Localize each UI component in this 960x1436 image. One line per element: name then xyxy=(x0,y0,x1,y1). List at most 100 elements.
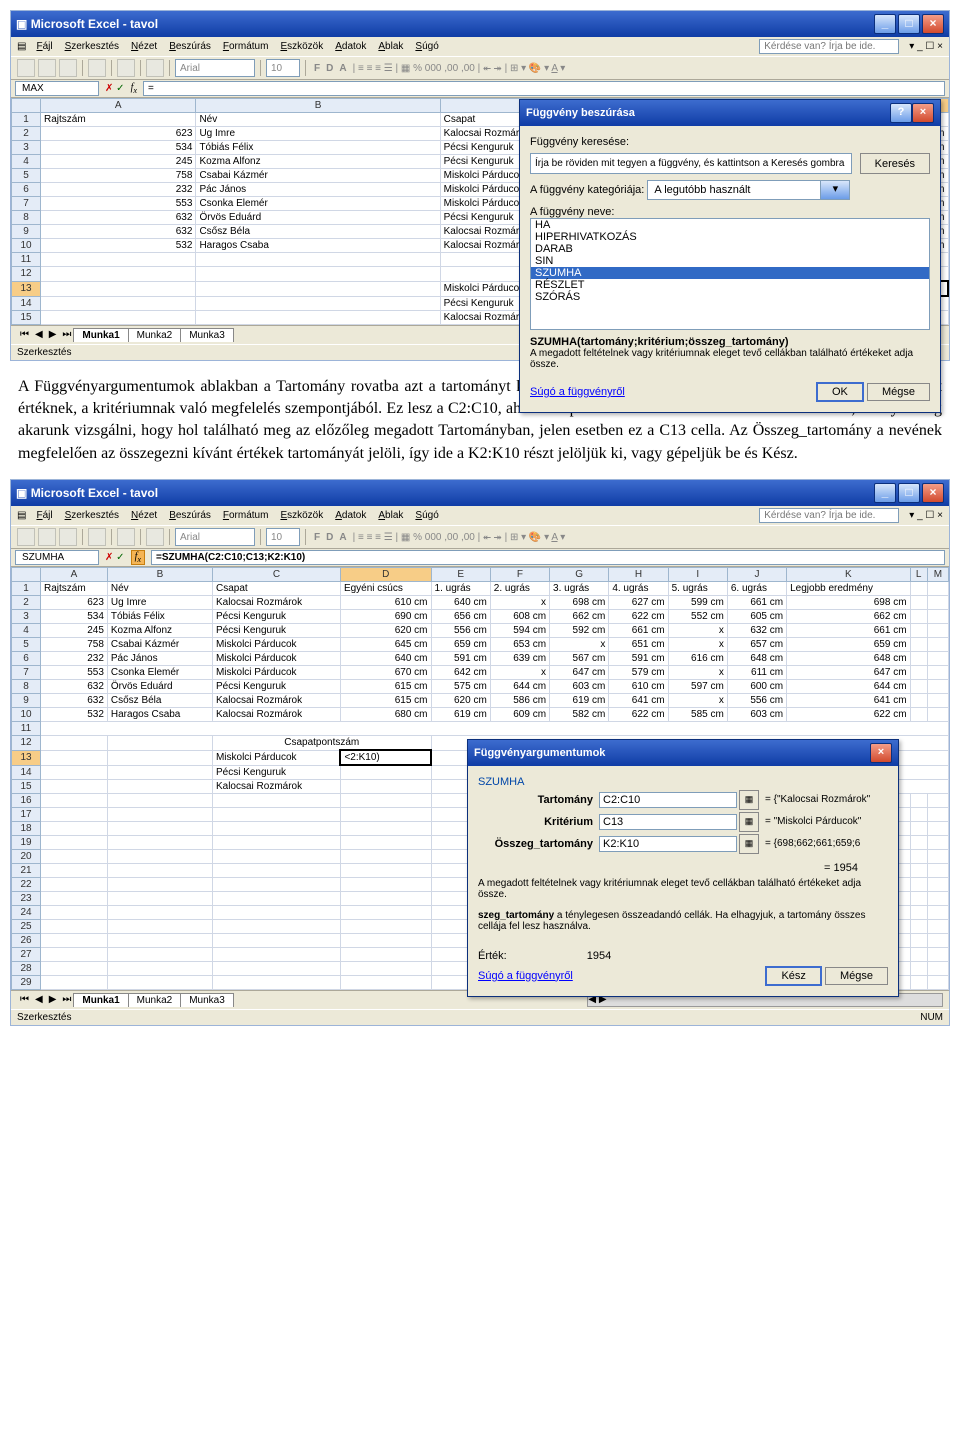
titlebar[interactable]: ▣ Microsoft Excel - tavol _ □ × xyxy=(11,480,949,506)
format-D[interactable]: D xyxy=(323,63,336,74)
menu-súgó[interactable]: Súgó xyxy=(409,509,444,522)
accept-formula-icon[interactable]: ✓ xyxy=(116,83,124,94)
open-icon[interactable] xyxy=(38,59,56,77)
tab-munka1[interactable]: Munka1 xyxy=(73,328,128,342)
insert-function-dialog[interactable]: Függvény beszúrása ? × Függvény keresése… xyxy=(519,99,941,413)
format-A[interactable]: A xyxy=(336,532,349,543)
func-SIN[interactable]: SIN xyxy=(531,255,929,267)
menu-nézet[interactable]: Nézet xyxy=(125,509,163,522)
save-icon[interactable] xyxy=(59,59,77,77)
undo-icon[interactable] xyxy=(117,528,135,546)
func-SZUMHA[interactable]: SZUMHA xyxy=(531,267,929,279)
minimize-button[interactable]: _ xyxy=(874,14,896,34)
menu-adatok[interactable]: Adatok xyxy=(329,509,372,522)
tab-first[interactable]: ⏮ xyxy=(17,994,32,1005)
ok-button[interactable]: OK xyxy=(816,382,864,402)
formula-input[interactable]: = xyxy=(143,81,945,96)
func-RÉSZLET[interactable]: RÉSZLET xyxy=(531,279,929,291)
menu-beszúrás[interactable]: Beszúrás xyxy=(163,509,217,522)
menu-eszközök[interactable]: Eszközök xyxy=(274,509,329,522)
format-A[interactable]: A xyxy=(336,63,349,74)
menu-eszközök[interactable]: Eszközök xyxy=(274,40,329,53)
func-help-link[interactable]: Súgó a függvényről xyxy=(478,970,573,982)
help-search[interactable]: Kérdése van? Írja be ide. xyxy=(759,508,899,523)
refedit-icon[interactable]: ▦ xyxy=(739,790,759,810)
arg-Kritérium[interactable] xyxy=(599,814,737,830)
func-help-link[interactable]: Súgó a függvényről xyxy=(530,386,625,398)
tab-munka3[interactable]: Munka3 xyxy=(180,328,234,342)
arg-Összeg_tartomány[interactable] xyxy=(599,836,737,852)
menu-adatok[interactable]: Adatok xyxy=(329,40,372,53)
format-D[interactable]: D xyxy=(323,532,336,543)
fontsize-select[interactable]: 10 xyxy=(266,528,300,546)
save-icon[interactable] xyxy=(59,528,77,546)
func-SZÓRÁS[interactable]: SZÓRÁS xyxy=(531,291,929,303)
new-icon[interactable] xyxy=(17,528,35,546)
maximize-button[interactable]: □ xyxy=(898,483,920,503)
print-icon[interactable] xyxy=(88,59,106,77)
tab-prev[interactable]: ◀ xyxy=(32,329,46,340)
function-arguments-dialog[interactable]: Függvényargumentumok × SZUMHA Tartomány▦… xyxy=(467,739,899,997)
func-HA[interactable]: HA xyxy=(531,219,929,231)
fontsize-select[interactable]: 10 xyxy=(266,59,300,77)
close-button[interactable]: × xyxy=(922,483,944,503)
undo-icon[interactable] xyxy=(117,59,135,77)
cancel-button[interactable]: Mégse xyxy=(825,967,888,985)
name-box[interactable]: SZUMHA xyxy=(15,550,99,565)
minimize-button[interactable]: _ xyxy=(874,483,896,503)
menu-szerkesztés[interactable]: Szerkesztés xyxy=(59,509,125,522)
tab-last[interactable]: ⏭ xyxy=(59,329,74,340)
menu-súgó[interactable]: Súgó xyxy=(409,40,444,53)
category-select[interactable]: A legutóbb használt▾ xyxy=(647,180,850,200)
new-icon[interactable] xyxy=(17,59,35,77)
menu-fájl[interactable]: Fájl xyxy=(30,509,58,522)
fx-icon[interactable]: fx xyxy=(131,82,137,95)
help-icon[interactable] xyxy=(146,59,164,77)
menu-szerkesztés[interactable]: Szerkesztés xyxy=(59,40,125,53)
dialog-help-icon[interactable]: ? xyxy=(890,103,912,123)
fx-icon[interactable]: fx xyxy=(131,550,145,565)
name-box[interactable]: MAX xyxy=(15,81,99,96)
arg-Tartomány[interactable] xyxy=(599,792,737,808)
formula-input[interactable]: =SZUMHA(C2:C10;C13;K2:K10) xyxy=(151,550,945,565)
titlebar[interactable]: ▣ Microsoft Excel - tavol _ □ × xyxy=(11,11,949,37)
tab-munka2[interactable]: Munka2 xyxy=(128,993,182,1007)
search-input[interactable]: Írja be röviden mit tegyen a függvény, é… xyxy=(530,153,852,174)
cancel-button[interactable]: Mégse xyxy=(867,383,930,401)
menu-ablak[interactable]: Ablak xyxy=(372,40,409,53)
dialog-close-icon[interactable]: × xyxy=(912,103,934,123)
open-icon[interactable] xyxy=(38,528,56,546)
tab-munka2[interactable]: Munka2 xyxy=(128,328,182,342)
tab-munka3[interactable]: Munka3 xyxy=(180,993,234,1007)
search-button[interactable]: Keresés xyxy=(860,153,930,174)
format-F[interactable]: F xyxy=(311,532,323,543)
tab-prev[interactable]: ◀ xyxy=(32,994,46,1005)
menu-ablak[interactable]: Ablak xyxy=(372,509,409,522)
menu-fájl[interactable]: Fájl xyxy=(30,40,58,53)
tab-last[interactable]: ⏭ xyxy=(59,994,74,1005)
func-HIPERHIVATKOZÁS[interactable]: HIPERHIVATKOZÁS xyxy=(531,231,929,243)
font-select[interactable]: Arial xyxy=(175,59,255,77)
dialog-close-icon[interactable]: × xyxy=(870,743,892,763)
tab-first[interactable]: ⏮ xyxy=(17,329,32,340)
cancel-formula-icon[interactable]: ✗ xyxy=(105,552,113,563)
close-button[interactable]: × xyxy=(922,14,944,34)
font-select[interactable]: Arial xyxy=(175,528,255,546)
func-DARAB[interactable]: DARAB xyxy=(531,243,929,255)
accept-formula-icon[interactable]: ✓ xyxy=(116,552,124,563)
tab-next[interactable]: ▶ xyxy=(46,329,60,340)
print-icon[interactable] xyxy=(88,528,106,546)
format-F[interactable]: F xyxy=(311,63,323,74)
ok-button[interactable]: Kész xyxy=(765,966,821,986)
help-search[interactable]: Kérdése van? Írja be ide. xyxy=(759,39,899,54)
tab-munka1[interactable]: Munka1 xyxy=(73,993,128,1007)
function-list[interactable]: HAHIPERHIVATKOZÁSDARABSINSZUMHARÉSZLETSZ… xyxy=(530,218,930,330)
cancel-formula-icon[interactable]: ✗ xyxy=(105,83,113,94)
menu-formátum[interactable]: Formátum xyxy=(217,40,275,53)
maximize-button[interactable]: □ xyxy=(898,14,920,34)
menu-beszúrás[interactable]: Beszúrás xyxy=(163,40,217,53)
tab-next[interactable]: ▶ xyxy=(46,994,60,1005)
menu-formátum[interactable]: Formátum xyxy=(217,509,275,522)
refedit-icon[interactable]: ▦ xyxy=(739,812,759,832)
menu-nézet[interactable]: Nézet xyxy=(125,40,163,53)
